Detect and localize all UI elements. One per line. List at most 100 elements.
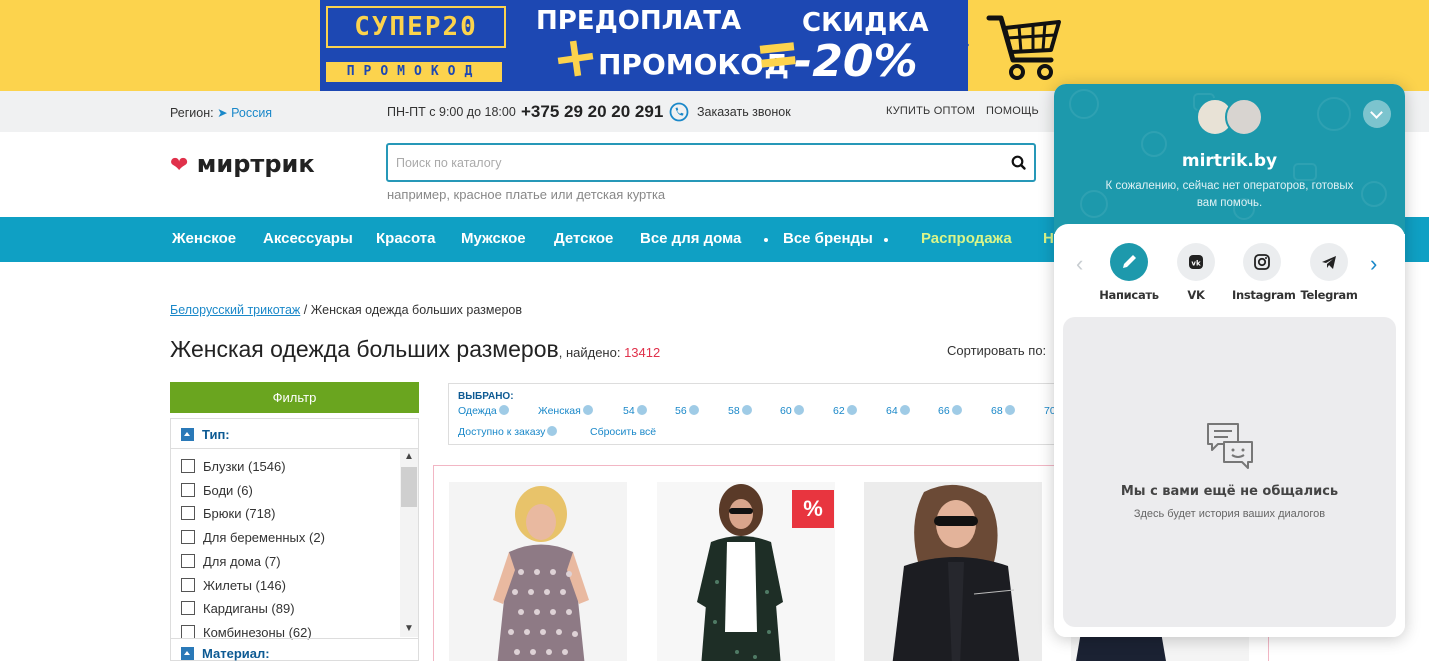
remove-icon[interactable] bbox=[899, 405, 910, 415]
chevron-left-icon[interactable]: ‹ bbox=[1076, 251, 1083, 277]
remove-icon[interactable] bbox=[951, 405, 962, 415]
filter-option[interactable]: Для беременных (2) bbox=[181, 530, 325, 545]
filter-option-label: Для беременных (2) bbox=[203, 530, 325, 545]
checkbox[interactable] bbox=[181, 625, 195, 639]
selected-chip[interactable]: 68 bbox=[991, 405, 1015, 417]
chat-history-panel: Мы с вами ещё не общались Здесь будет ис… bbox=[1063, 317, 1396, 627]
nav-item-new[interactable]: Н bbox=[1043, 230, 1054, 247]
selected-chip[interactable]: 66 bbox=[938, 405, 962, 417]
remove-icon[interactable] bbox=[1004, 405, 1015, 415]
filter-option-label: Брюки (718) bbox=[203, 506, 276, 521]
selected-chip[interactable]: 60 bbox=[780, 405, 804, 417]
checkbox[interactable] bbox=[181, 601, 195, 615]
filter-section-material[interactable]: Материал: bbox=[181, 646, 270, 661]
filter-section-type-label: Тип: bbox=[202, 427, 230, 442]
search-input[interactable]: Поиск по каталогу bbox=[386, 143, 1036, 182]
remove-icon[interactable] bbox=[793, 405, 804, 415]
search-placeholder: Поиск по каталогу bbox=[396, 156, 502, 170]
chip-label: Доступно к заказу bbox=[458, 426, 546, 438]
filter-option[interactable]: Для дома (7) bbox=[181, 554, 281, 569]
filter-option[interactable]: Брюки (718) bbox=[181, 506, 275, 521]
remove-icon[interactable] bbox=[741, 405, 752, 415]
vk-icon: vk bbox=[1177, 243, 1215, 281]
nav-item-brands[interactable]: Все бренды bbox=[783, 230, 873, 247]
product-image[interactable] bbox=[449, 482, 627, 661]
checkbox[interactable] bbox=[181, 459, 195, 473]
phone-number[interactable]: +375 29 20 20 291 bbox=[521, 102, 663, 122]
remove-icon[interactable] bbox=[636, 405, 647, 415]
filter-section-material-label: Материал: bbox=[202, 646, 270, 661]
wholesale-link[interactable]: КУПИТЬ ОПТОМ bbox=[886, 105, 975, 117]
remove-icon[interactable] bbox=[582, 405, 593, 415]
plus-icon: + bbox=[547, 22, 604, 91]
remove-icon[interactable] bbox=[547, 426, 558, 436]
filter-option-label: Блузки (1546) bbox=[203, 459, 286, 474]
nav-item-beauty[interactable]: Красота bbox=[376, 230, 435, 247]
chat-title: mirtrik.by bbox=[1181, 151, 1278, 171]
scroll-down-icon[interactable]: ▼ bbox=[404, 623, 414, 634]
callback-link[interactable]: Заказать звонок bbox=[697, 105, 791, 119]
checkbox[interactable] bbox=[181, 578, 195, 592]
channel-vk[interactable]: vk VK bbox=[1166, 243, 1226, 302]
pencil-icon bbox=[1110, 243, 1148, 281]
site-logo[interactable]: ❤ миртрик bbox=[170, 150, 315, 178]
remove-icon[interactable] bbox=[688, 405, 699, 415]
nav-item-women[interactable]: Женское bbox=[172, 230, 236, 247]
channel-instagram[interactable]: Instagram bbox=[1232, 243, 1296, 302]
region-selector[interactable]: Регион: ➤ Россия bbox=[170, 105, 272, 120]
shopping-cart-icon bbox=[986, 15, 1061, 80]
divider bbox=[171, 638, 418, 639]
breadcrumb-link[interactable]: Белорусский трикотаж bbox=[170, 303, 300, 317]
phone-call-icon[interactable] bbox=[669, 102, 689, 122]
filter-option[interactable]: Блузки (1546) bbox=[181, 459, 286, 474]
selected-chip[interactable]: Женская bbox=[538, 405, 593, 417]
channel-telegram[interactable]: Telegram bbox=[1299, 243, 1359, 302]
selected-chip[interactable]: Доступно к заказу bbox=[458, 426, 558, 438]
reset-all-link[interactable]: Сбросить всё bbox=[590, 426, 656, 438]
search-icon[interactable] bbox=[1010, 154, 1028, 172]
channel-label: Telegram bbox=[1300, 288, 1358, 302]
filter-button[interactable]: Фильтр bbox=[170, 382, 419, 413]
chip-label: 60 bbox=[780, 405, 792, 417]
selected-chip[interactable]: 58 bbox=[728, 405, 752, 417]
checkbox[interactable] bbox=[181, 554, 195, 568]
filter-option[interactable]: Кардиганы (89) bbox=[181, 601, 295, 616]
location-arrow-icon: ➤ bbox=[217, 106, 228, 120]
sort-label: Сортировать по: bbox=[947, 343, 1047, 358]
channel-write[interactable]: Написать bbox=[1099, 243, 1159, 302]
chip-label: 56 bbox=[675, 405, 687, 417]
remove-icon[interactable] bbox=[846, 405, 857, 415]
selected-chip[interactable]: Одежда bbox=[458, 405, 509, 417]
operator-avatar bbox=[1225, 98, 1263, 136]
promo-banner-image[interactable]: СУПЕР20 ПРОМОКОД ПРЕДОПЛАТА + ПРОМОКОД С… bbox=[320, 0, 968, 91]
filter-section-type[interactable]: Тип: bbox=[181, 427, 230, 442]
selected-chip[interactable]: 56 bbox=[675, 405, 699, 417]
scrollbar-thumb[interactable] bbox=[401, 467, 417, 507]
scroll-up-icon[interactable]: ▲ bbox=[404, 451, 414, 462]
nav-item-sale[interactable]: Распродажа bbox=[921, 230, 1012, 247]
collapse-chat-button[interactable] bbox=[1363, 100, 1391, 128]
remove-icon[interactable] bbox=[498, 405, 509, 415]
help-link[interactable]: ПОМОЩЬ bbox=[986, 105, 1039, 117]
nav-item-kids[interactable]: Детское bbox=[554, 230, 613, 247]
filter-option[interactable]: Боди (6) bbox=[181, 483, 253, 498]
nav-item-men[interactable]: Мужское bbox=[461, 230, 526, 247]
checkbox[interactable] bbox=[181, 530, 195, 544]
chat-widget: mirtrik.by К сожалению, сейчас нет опера… bbox=[1054, 84, 1405, 637]
nav-item-home[interactable]: Все для дома bbox=[640, 230, 741, 247]
equals-icon bbox=[759, 42, 795, 54]
selected-chip[interactable]: 64 bbox=[886, 405, 910, 417]
chevron-right-icon[interactable]: › bbox=[1370, 251, 1377, 277]
filter-option[interactable]: Жилеты (146) bbox=[181, 578, 286, 593]
breadcrumb: Белорусский трикотаж / Женская одежда бо… bbox=[170, 303, 522, 317]
svg-text:vk: vk bbox=[1191, 260, 1201, 268]
checkbox[interactable] bbox=[181, 483, 195, 497]
product-image[interactable] bbox=[864, 482, 1042, 661]
region-value[interactable]: Россия bbox=[231, 106, 272, 120]
selected-chip[interactable]: 62 bbox=[833, 405, 857, 417]
promo-code-label: СУПЕР20 bbox=[326, 6, 506, 48]
selected-chip[interactable]: 54 bbox=[623, 405, 647, 417]
nav-item-accessories[interactable]: Аксессуары bbox=[263, 230, 353, 247]
promo-banner[interactable]: СУПЕР20 ПРОМОКОД ПРЕДОПЛАТА + ПРОМОКОД С… bbox=[0, 0, 1429, 91]
checkbox[interactable] bbox=[181, 506, 195, 520]
